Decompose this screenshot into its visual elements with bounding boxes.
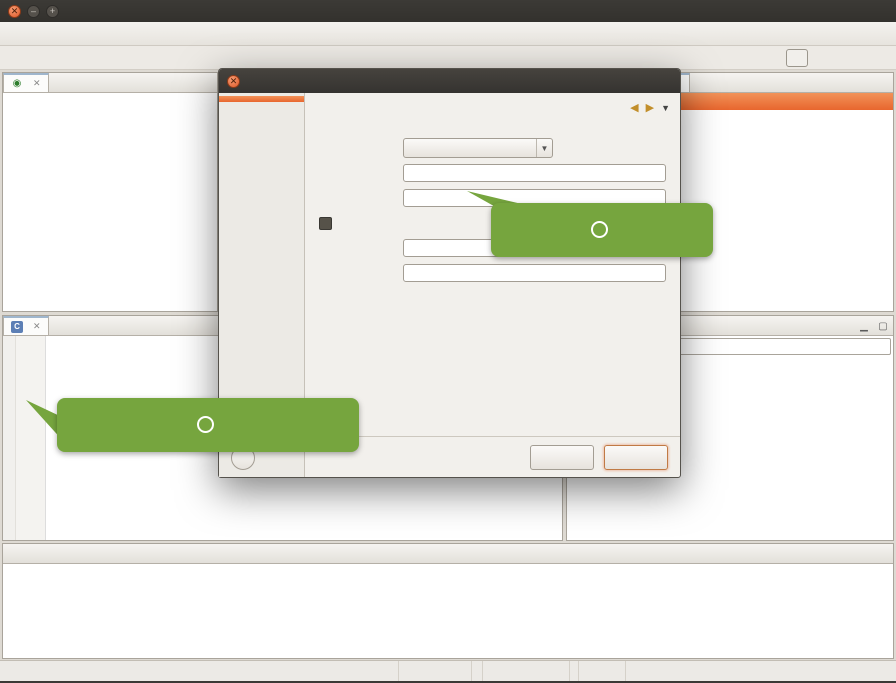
debug-tree [3,93,217,311]
tab-debug[interactable]: ◉ ✕ [3,73,49,92]
disassembly-strip-icons: ▁ ▢ [856,316,891,336]
callout-2-line1 [491,221,713,240]
status-cursor-position [578,661,626,681]
dialog-nav: ◀ ▶ ▼ [630,101,670,114]
callout-1-line1 [57,416,359,435]
window-minimize-icon[interactable]: – [27,5,40,18]
dialog-heading [305,93,680,108]
file-field[interactable] [403,164,666,182]
callout-2-number [591,221,608,238]
console-panel [2,543,894,659]
ignore-count-field[interactable] [403,264,666,282]
status-bar [0,660,896,681]
back-icon[interactable]: ◀ [630,101,638,114]
dialog-content: ◀ ▶ ▼ ▼ [305,93,680,477]
debug-view-tabstrip: ◉ ✕ [3,73,217,93]
minimize-icon[interactable]: ▁ [856,318,872,334]
quick-access-button[interactable] [786,49,808,67]
field-row-file [319,163,666,183]
field-row-ignore-count [319,263,666,283]
chevron-down-icon: ▼ [536,139,552,157]
maximize-icon[interactable]: ▢ [875,318,891,334]
console-tabstrip [3,544,893,564]
dialog-titlebar: ✕ [219,69,680,93]
console-process-label [7,566,889,580]
console-output[interactable] [3,564,893,658]
forward-icon[interactable]: ▶ [646,101,654,114]
callout-1-number [197,416,214,433]
close-icon[interactable]: ✕ [33,321,41,332]
window-maximize-icon[interactable]: + [46,5,59,18]
cancel-button[interactable] [530,445,594,470]
type-dropdown[interactable]: ▼ [403,138,553,158]
editor-marker-ruler[interactable] [3,336,16,540]
eclipse-window: ✕ – + ◉ ✕ ▦ ✕ [0,0,896,683]
main-toolbar [0,22,896,46]
tab-blink-c[interactable]: C ✕ [3,316,49,335]
sidebar-item-common[interactable] [219,96,304,102]
enabled-checkbox[interactable] [319,217,332,230]
status-insert-mode [482,661,570,681]
status-writable [398,661,472,681]
dialog-buttons [530,445,668,470]
c-file-icon: C [11,321,23,333]
dialog-close-icon[interactable]: ✕ [227,75,240,88]
debug-view-panel: ◉ ✕ [2,72,218,312]
perspective-bar [0,46,896,70]
window-titlebar: ✕ – + [0,0,896,22]
view-menu-icon[interactable]: ▼ [661,103,670,113]
field-row-type: ▼ [319,138,666,158]
debug-view-icon: ◉ [11,78,23,89]
callout-1 [57,398,359,452]
ok-button[interactable] [604,445,668,470]
window-close-icon[interactable]: ✕ [8,5,21,18]
callout-2 [491,203,713,257]
close-icon[interactable]: ✕ [33,78,41,89]
field-row-class [319,113,666,133]
